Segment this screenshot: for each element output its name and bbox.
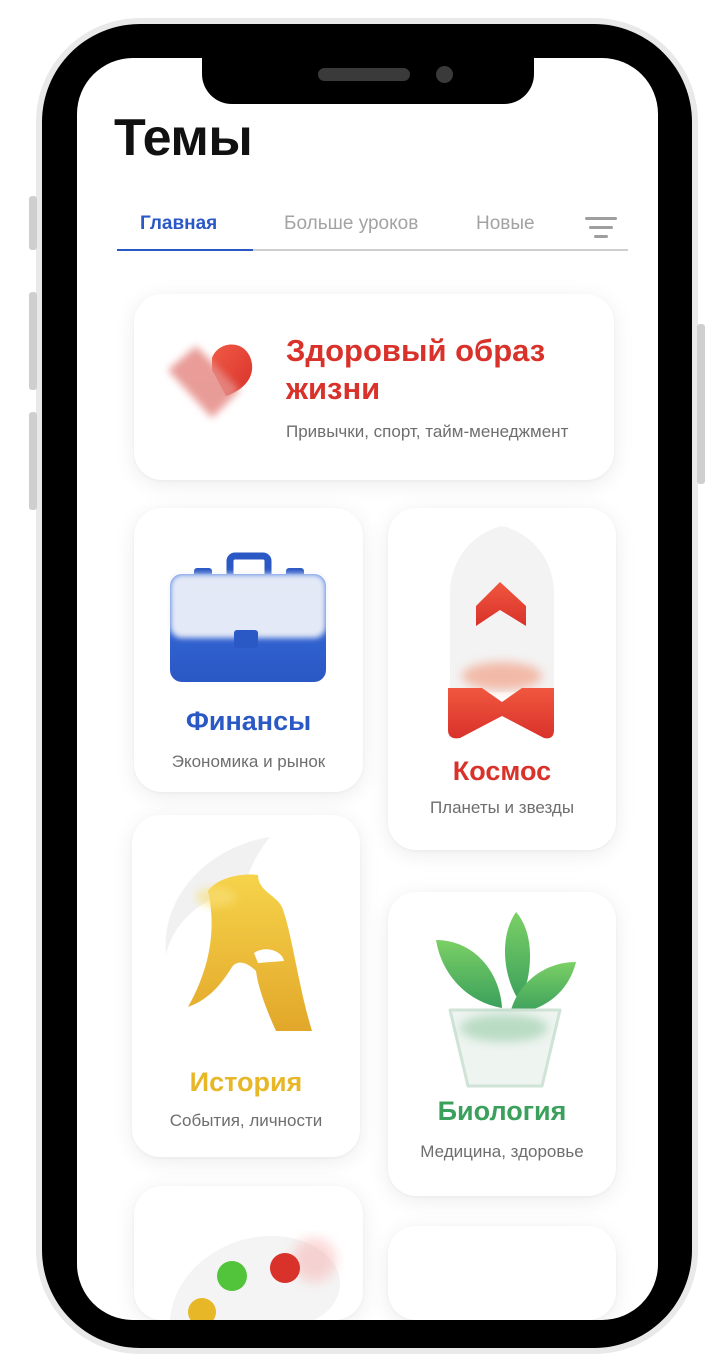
- topic-card-health[interactable]: Здоровый образ жизни Привычки, спорт, та…: [134, 294, 614, 480]
- power-button: [697, 324, 705, 484]
- palette-icon: [170, 1235, 341, 1320]
- tab-new[interactable]: Новые: [476, 213, 535, 235]
- active-tab-indicator: [117, 249, 253, 251]
- briefcase-icon: [170, 552, 326, 682]
- finance-title: Финансы: [185, 706, 312, 736]
- topic-card-art[interactable]: [134, 1186, 363, 1320]
- heart-icon: [168, 344, 253, 418]
- topic-card-space[interactable]: Космос Планеты и звезды: [388, 508, 616, 850]
- filter-icon[interactable]: [585, 215, 617, 239]
- history-title: История: [189, 1067, 303, 1097]
- health-subtitle: Привычки, спорт, тайм-менеджмент: [286, 422, 569, 441]
- topic-card-history[interactable]: История События, личности: [132, 815, 360, 1157]
- plant-icon: [436, 912, 576, 1088]
- volume-up-button: [29, 292, 37, 390]
- health-title: Здоровый образ жизни: [286, 332, 545, 408]
- biology-title: Биология: [437, 1096, 567, 1126]
- health-title-line2: жизни: [286, 371, 381, 406]
- helmet-icon: [165, 837, 312, 1031]
- finance-subtitle: Экономика и рынок: [171, 752, 326, 771]
- topic-card-biology[interactable]: Биология Медицина, здоровье: [388, 892, 616, 1196]
- history-subtitle: События, личности: [169, 1111, 323, 1130]
- topic-card-finance[interactable]: Финансы Экономика и рынок: [134, 508, 363, 792]
- health-title-line1: Здоровый образ: [286, 333, 546, 368]
- mute-switch: [29, 196, 37, 250]
- volume-down-button: [29, 412, 37, 510]
- speaker: [318, 68, 410, 81]
- tab-more-lessons[interactable]: Больше уроков: [284, 213, 418, 235]
- camera: [436, 66, 453, 83]
- biology-subtitle: Медицина, здоровье: [420, 1142, 584, 1161]
- rocket-icon: [448, 526, 554, 739]
- topic-card-placeholder[interactable]: [388, 1226, 616, 1320]
- tab-main[interactable]: Главная: [140, 213, 217, 235]
- tab-bar: Главная Больше уроков Новые: [117, 205, 628, 251]
- page-title: Темы: [114, 109, 253, 167]
- space-subtitle: Планеты и звезды: [429, 798, 575, 817]
- space-title: Космос: [452, 756, 552, 786]
